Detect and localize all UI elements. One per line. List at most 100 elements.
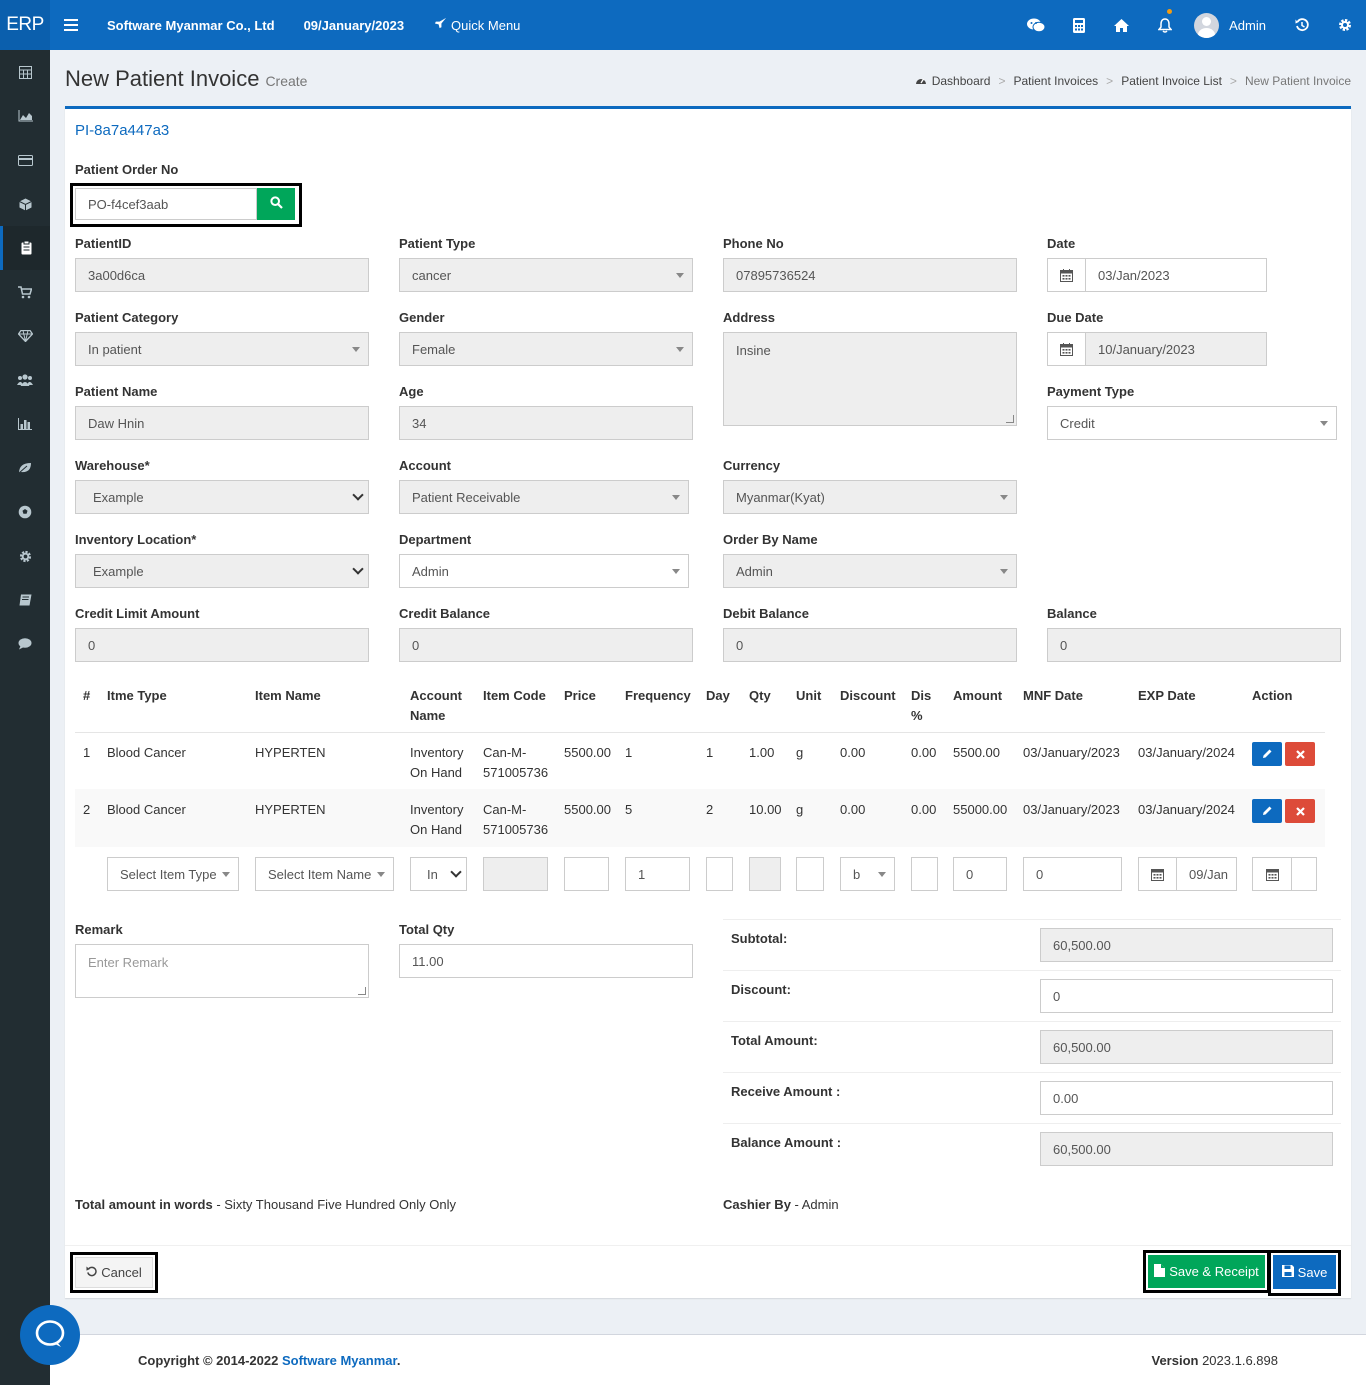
caret-down-icon [672,569,680,574]
warehouse-label: Warehouse* [75,458,150,473]
breadcrumb-patient-invoices[interactable]: Patient Invoices [1013,74,1098,88]
patient-order-no-input[interactable]: PO-f4cef3aab [75,188,257,220]
chat-bubble-icon [35,1319,65,1351]
gender-select[interactable]: Female [399,332,693,366]
settings-gear-icon[interactable] [1323,0,1366,50]
edit-row-button[interactable] [1252,742,1282,766]
col-account-name: Account Name [410,688,462,723]
cell-day: 1 [706,745,714,760]
remark-label: Remark [75,922,123,937]
invoice-form-box: PI-8a7a447a3 Patient Order No PO-f4cef3a… [65,106,1351,1298]
edit-row-button[interactable] [1252,799,1282,823]
sidebar-item-credit-card-icon[interactable] [0,138,50,182]
item-name-select[interactable]: Select Item Name [255,857,394,891]
patient-type-select[interactable]: cancer [399,258,693,292]
sidebar-item-gear-icon[interactable] [0,534,50,578]
calculator-icon[interactable] [1057,0,1100,50]
receive-amount-input[interactable]: 0.00 [1040,1081,1333,1115]
sidebar-item-bar-chart-icon[interactable] [0,402,50,446]
calendar-icon[interactable] [1047,258,1086,292]
sidebar-item-calculator-icon[interactable] [0,50,50,94]
account-name-select[interactable]: In [410,857,467,891]
quick-menu-button[interactable]: Quick Menu [434,17,520,33]
action-date-input[interactable] [1291,857,1317,891]
sidebar-item-cube-icon[interactable] [0,182,50,226]
sidebar-item-area-chart-icon[interactable] [0,94,50,138]
cell-dis-pct: 0.00 [911,802,937,817]
save-button[interactable]: Save [1273,1255,1336,1289]
wechat-icon[interactable] [1014,0,1057,50]
mnf-input[interactable]: 0 [1023,857,1122,891]
save-receipt-button[interactable]: Save & Receipt [1148,1255,1265,1288]
caret-down-icon [1320,421,1328,426]
delete-row-button[interactable] [1285,799,1315,823]
inventory-location-select[interactable]: Example [75,554,369,588]
unit-input[interactable] [796,857,824,891]
payment-type-select[interactable]: Credit [1047,406,1337,440]
currency-select[interactable]: Myanmar(Kyat) [723,480,1017,514]
exp-calendar-icon[interactable] [1138,857,1177,891]
due-date-calendar-icon[interactable] [1047,332,1086,366]
sidebar-item-cart-icon[interactable] [0,270,50,314]
cancel-button[interactable]: Cancel [75,1257,153,1288]
amount-input[interactable]: 0 [953,857,1007,891]
home-icon[interactable] [1100,0,1143,50]
department-select[interactable]: Admin [399,554,689,588]
sidebar-item-comment-icon[interactable] [0,622,50,666]
price-input[interactable] [564,857,609,891]
app-logo[interactable]: ERP [0,0,50,50]
caret-down-icon [1000,495,1008,500]
version-info: Version 2023.1.6.898 [1151,1353,1279,1368]
breadcrumb-dashboard[interactable]: Dashboard [932,74,991,88]
cashier-by: Cashier By - Admin [723,1197,839,1212]
history-icon[interactable] [1280,0,1323,50]
caret-down-icon [1000,569,1008,574]
sidebar-item-soccer-icon[interactable] [0,490,50,534]
cell-item-code: Can-M-571005736 [483,745,549,780]
frequency-input[interactable]: 1 [625,857,690,891]
remark-textarea[interactable]: Enter Remark [75,944,369,998]
col-item-code: Item Code [483,688,546,703]
col-mnf-date: MNF Date [1023,688,1083,703]
col-item-type: Itme Type [107,688,167,703]
user-name: Admin [1229,17,1266,33]
hamburger-menu-icon[interactable] [50,19,92,31]
breadcrumb-patient-invoice-list[interactable]: Patient Invoice List [1121,74,1222,88]
delete-row-button[interactable] [1285,742,1315,766]
caret-down-icon [377,872,385,877]
dis-pct-input[interactable] [911,857,938,891]
credit-limit-label: Credit Limit Amount [75,606,200,621]
live-chat-button[interactable] [20,1305,80,1365]
sidebar-item-leaf-icon[interactable] [0,446,50,490]
due-date-field: 10/January/2023 [1085,332,1267,366]
patient-order-no-label: Patient Order No [75,162,179,177]
company-link[interactable]: Software Myanmar [282,1353,397,1368]
exp-date-input[interactable]: 09/Jan [1176,857,1237,891]
gender-label: Gender [399,310,445,325]
breadcrumb-current: New Patient Invoice [1244,74,1351,88]
address-textarea[interactable]: Insine [723,332,1017,426]
sidebar-item-diamond-icon[interactable] [0,314,50,358]
patient-category-select[interactable]: In patient [75,332,369,366]
warehouse-select[interactable]: Example [75,480,369,514]
item-type-select[interactable]: Select Item Type [107,857,239,891]
discount-type-select[interactable]: b [840,857,895,891]
action-calendar-icon[interactable] [1252,857,1292,891]
sidebar-item-clipboard-icon[interactable] [0,226,50,270]
qty-field [749,857,781,891]
sidebar-item-users-icon[interactable] [0,358,50,402]
search-order-button[interactable] [257,188,295,220]
resize-grip[interactable] [358,987,366,995]
account-select[interactable]: Patient Receivable [399,480,689,514]
cell-frequency: 5 [625,802,633,817]
date-input[interactable]: 03/Jan/2023 [1085,258,1267,292]
col-discount: Discount [840,688,896,703]
user-menu[interactable]: Admin [1186,12,1280,38]
sidebar [0,50,50,1385]
order-by-select[interactable]: Admin [723,554,1017,588]
discount-input[interactable]: 0 [1040,979,1333,1013]
notification-bell-icon[interactable] [1143,0,1186,50]
resize-grip[interactable] [1006,415,1014,423]
day-input[interactable] [706,857,733,891]
sidebar-item-book-icon[interactable] [0,578,50,622]
